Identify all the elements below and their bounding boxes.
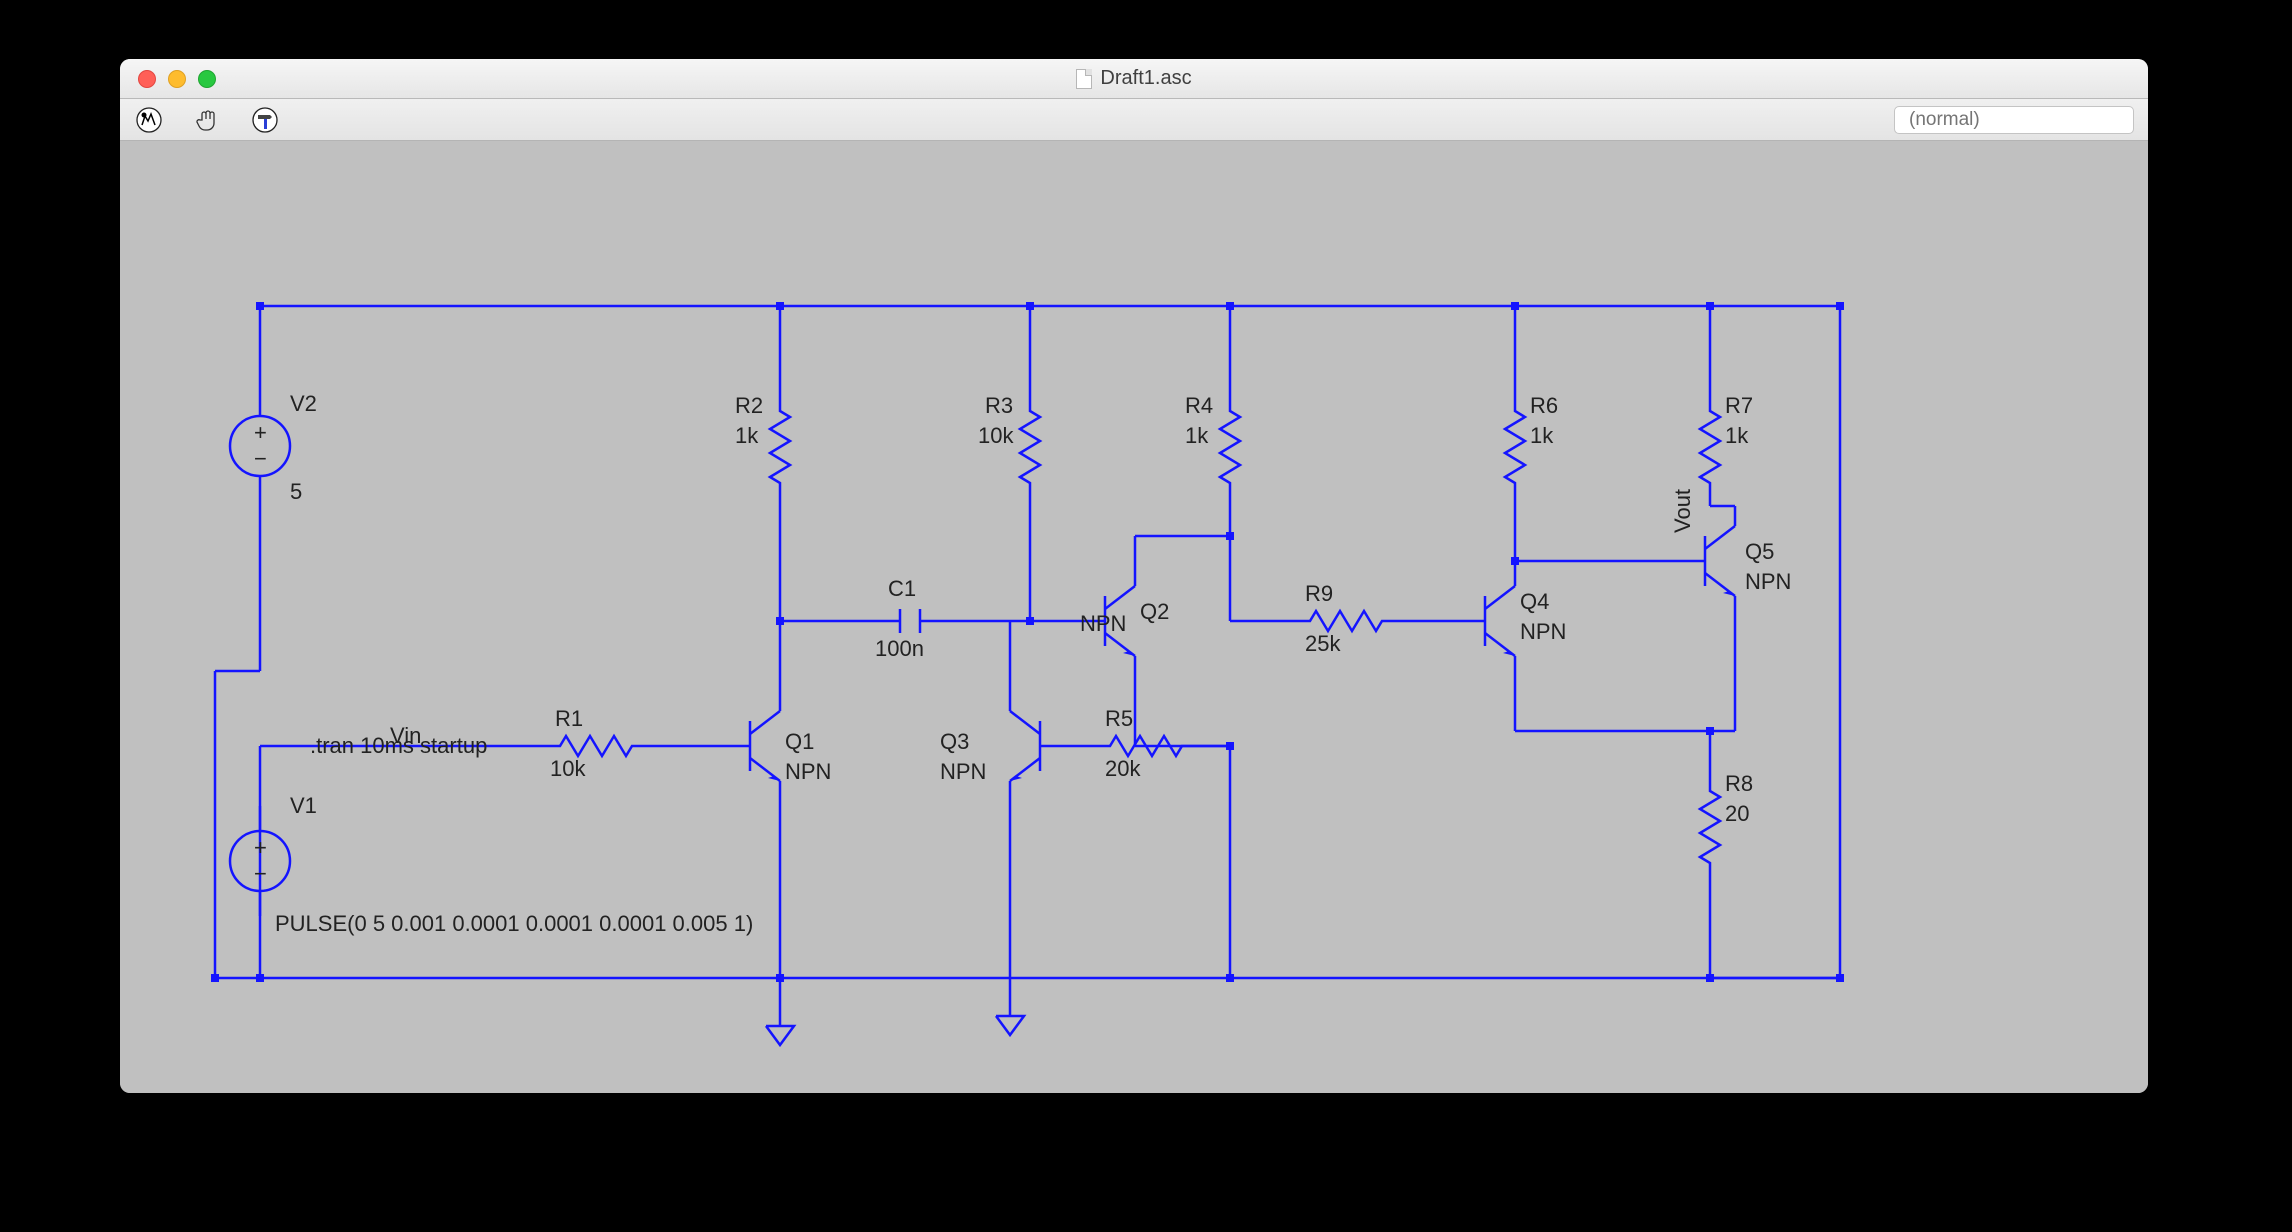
label-V2-value[interactable]: 5 [290, 479, 302, 504]
label-Q5-type[interactable]: NPN [1745, 569, 1791, 594]
label-R7-value[interactable]: 1k [1725, 423, 1749, 448]
search-input[interactable] [1909, 109, 2148, 131]
close-button[interactable] [138, 70, 156, 88]
label-R5-value[interactable]: 20k [1105, 756, 1141, 781]
component-R9[interactable] [1300, 611, 1392, 631]
label-R6-name[interactable]: R6 [1530, 393, 1558, 418]
label-R8-name[interactable]: R8 [1725, 771, 1753, 796]
label-R4-name[interactable]: R4 [1185, 393, 1213, 418]
label-R2-value[interactable]: 1k [735, 423, 759, 448]
label-V2-name[interactable]: V2 [290, 391, 317, 416]
component-R8[interactable] [1700, 781, 1720, 873]
titlebar[interactable]: Draft1.asc [120, 59, 2148, 99]
title-text: Draft1.asc [1100, 67, 1191, 90]
label-Q1-type[interactable]: NPN [785, 759, 831, 784]
label-R3-value[interactable]: 10k [978, 423, 1014, 448]
label-R8-value[interactable]: 20 [1725, 801, 1749, 826]
label-Q5-name[interactable]: Q5 [1745, 539, 1774, 564]
component-Q1[interactable] [725, 691, 780, 801]
label-R6-value[interactable]: 1k [1530, 423, 1554, 448]
document-icon [1076, 69, 1092, 89]
settings-button[interactable] [250, 105, 280, 135]
label-Vout[interactable]: Vout [1670, 489, 1695, 533]
hand-icon [194, 107, 220, 133]
label-Q4-name[interactable]: Q4 [1520, 589, 1549, 614]
component-R3[interactable] [1020, 401, 1040, 493]
search-box[interactable] [1894, 106, 2134, 134]
component-V1[interactable] [230, 806, 290, 916]
component-R4[interactable] [1220, 401, 1240, 493]
label-V1-name[interactable]: V1 [290, 793, 317, 818]
component-V2[interactable] [230, 391, 290, 501]
label-R9-name[interactable]: R9 [1305, 581, 1333, 606]
label-Vin[interactable]: Vin [390, 723, 421, 748]
window-title: Draft1.asc [120, 67, 2148, 90]
label-R4-value[interactable]: 1k [1185, 423, 1209, 448]
component-R2[interactable] [770, 401, 790, 493]
run-icon [136, 107, 162, 133]
minimize-button[interactable] [168, 70, 186, 88]
label-R9-value[interactable]: 25k [1305, 631, 1341, 656]
label-Q2-name[interactable]: Q2 [1140, 599, 1169, 624]
component-Q4[interactable] [1460, 566, 1515, 676]
label-Q4-type[interactable]: NPN [1520, 619, 1566, 644]
schematic-canvas[interactable]: + − V2 5 [120, 141, 2148, 1093]
label-Q3-name[interactable]: Q3 [940, 729, 969, 754]
label-C1-name[interactable]: C1 [888, 576, 916, 601]
hammer-icon [252, 107, 278, 133]
run-button[interactable] [134, 105, 164, 135]
ground-q3 [996, 1001, 1024, 1035]
component-R1[interactable] [550, 736, 642, 756]
label-R7-name[interactable]: R7 [1725, 393, 1753, 418]
label-R2-name[interactable]: R2 [735, 393, 763, 418]
label-R3-name[interactable]: R3 [985, 393, 1013, 418]
window-controls [120, 70, 216, 88]
app-window: Draft1.asc [120, 59, 2148, 1093]
pan-button[interactable] [192, 105, 222, 135]
label-Q3-type[interactable]: NPN [940, 759, 986, 784]
label-R5-name[interactable]: R5 [1105, 706, 1133, 731]
schematic-svg: + − V2 5 [120, 141, 2148, 1093]
component-R6[interactable] [1505, 401, 1525, 493]
component-Q3[interactable] [1010, 691, 1065, 801]
toolbar [120, 99, 2148, 141]
label-Q1-name[interactable]: Q1 [785, 729, 814, 754]
label-R1-name[interactable]: R1 [555, 706, 583, 731]
label-V1-value[interactable]: PULSE(0 5 0.001 0.0001 0.0001 0.0001 0.0… [275, 911, 753, 936]
ground-q1 [766, 1011, 794, 1045]
label-Q2-type[interactable]: NPN [1080, 611, 1126, 636]
label-R1-value[interactable]: 10k [550, 756, 586, 781]
component-R7[interactable] [1700, 401, 1720, 493]
zoom-button[interactable] [198, 70, 216, 88]
label-C1-value[interactable]: 100n [875, 636, 924, 661]
